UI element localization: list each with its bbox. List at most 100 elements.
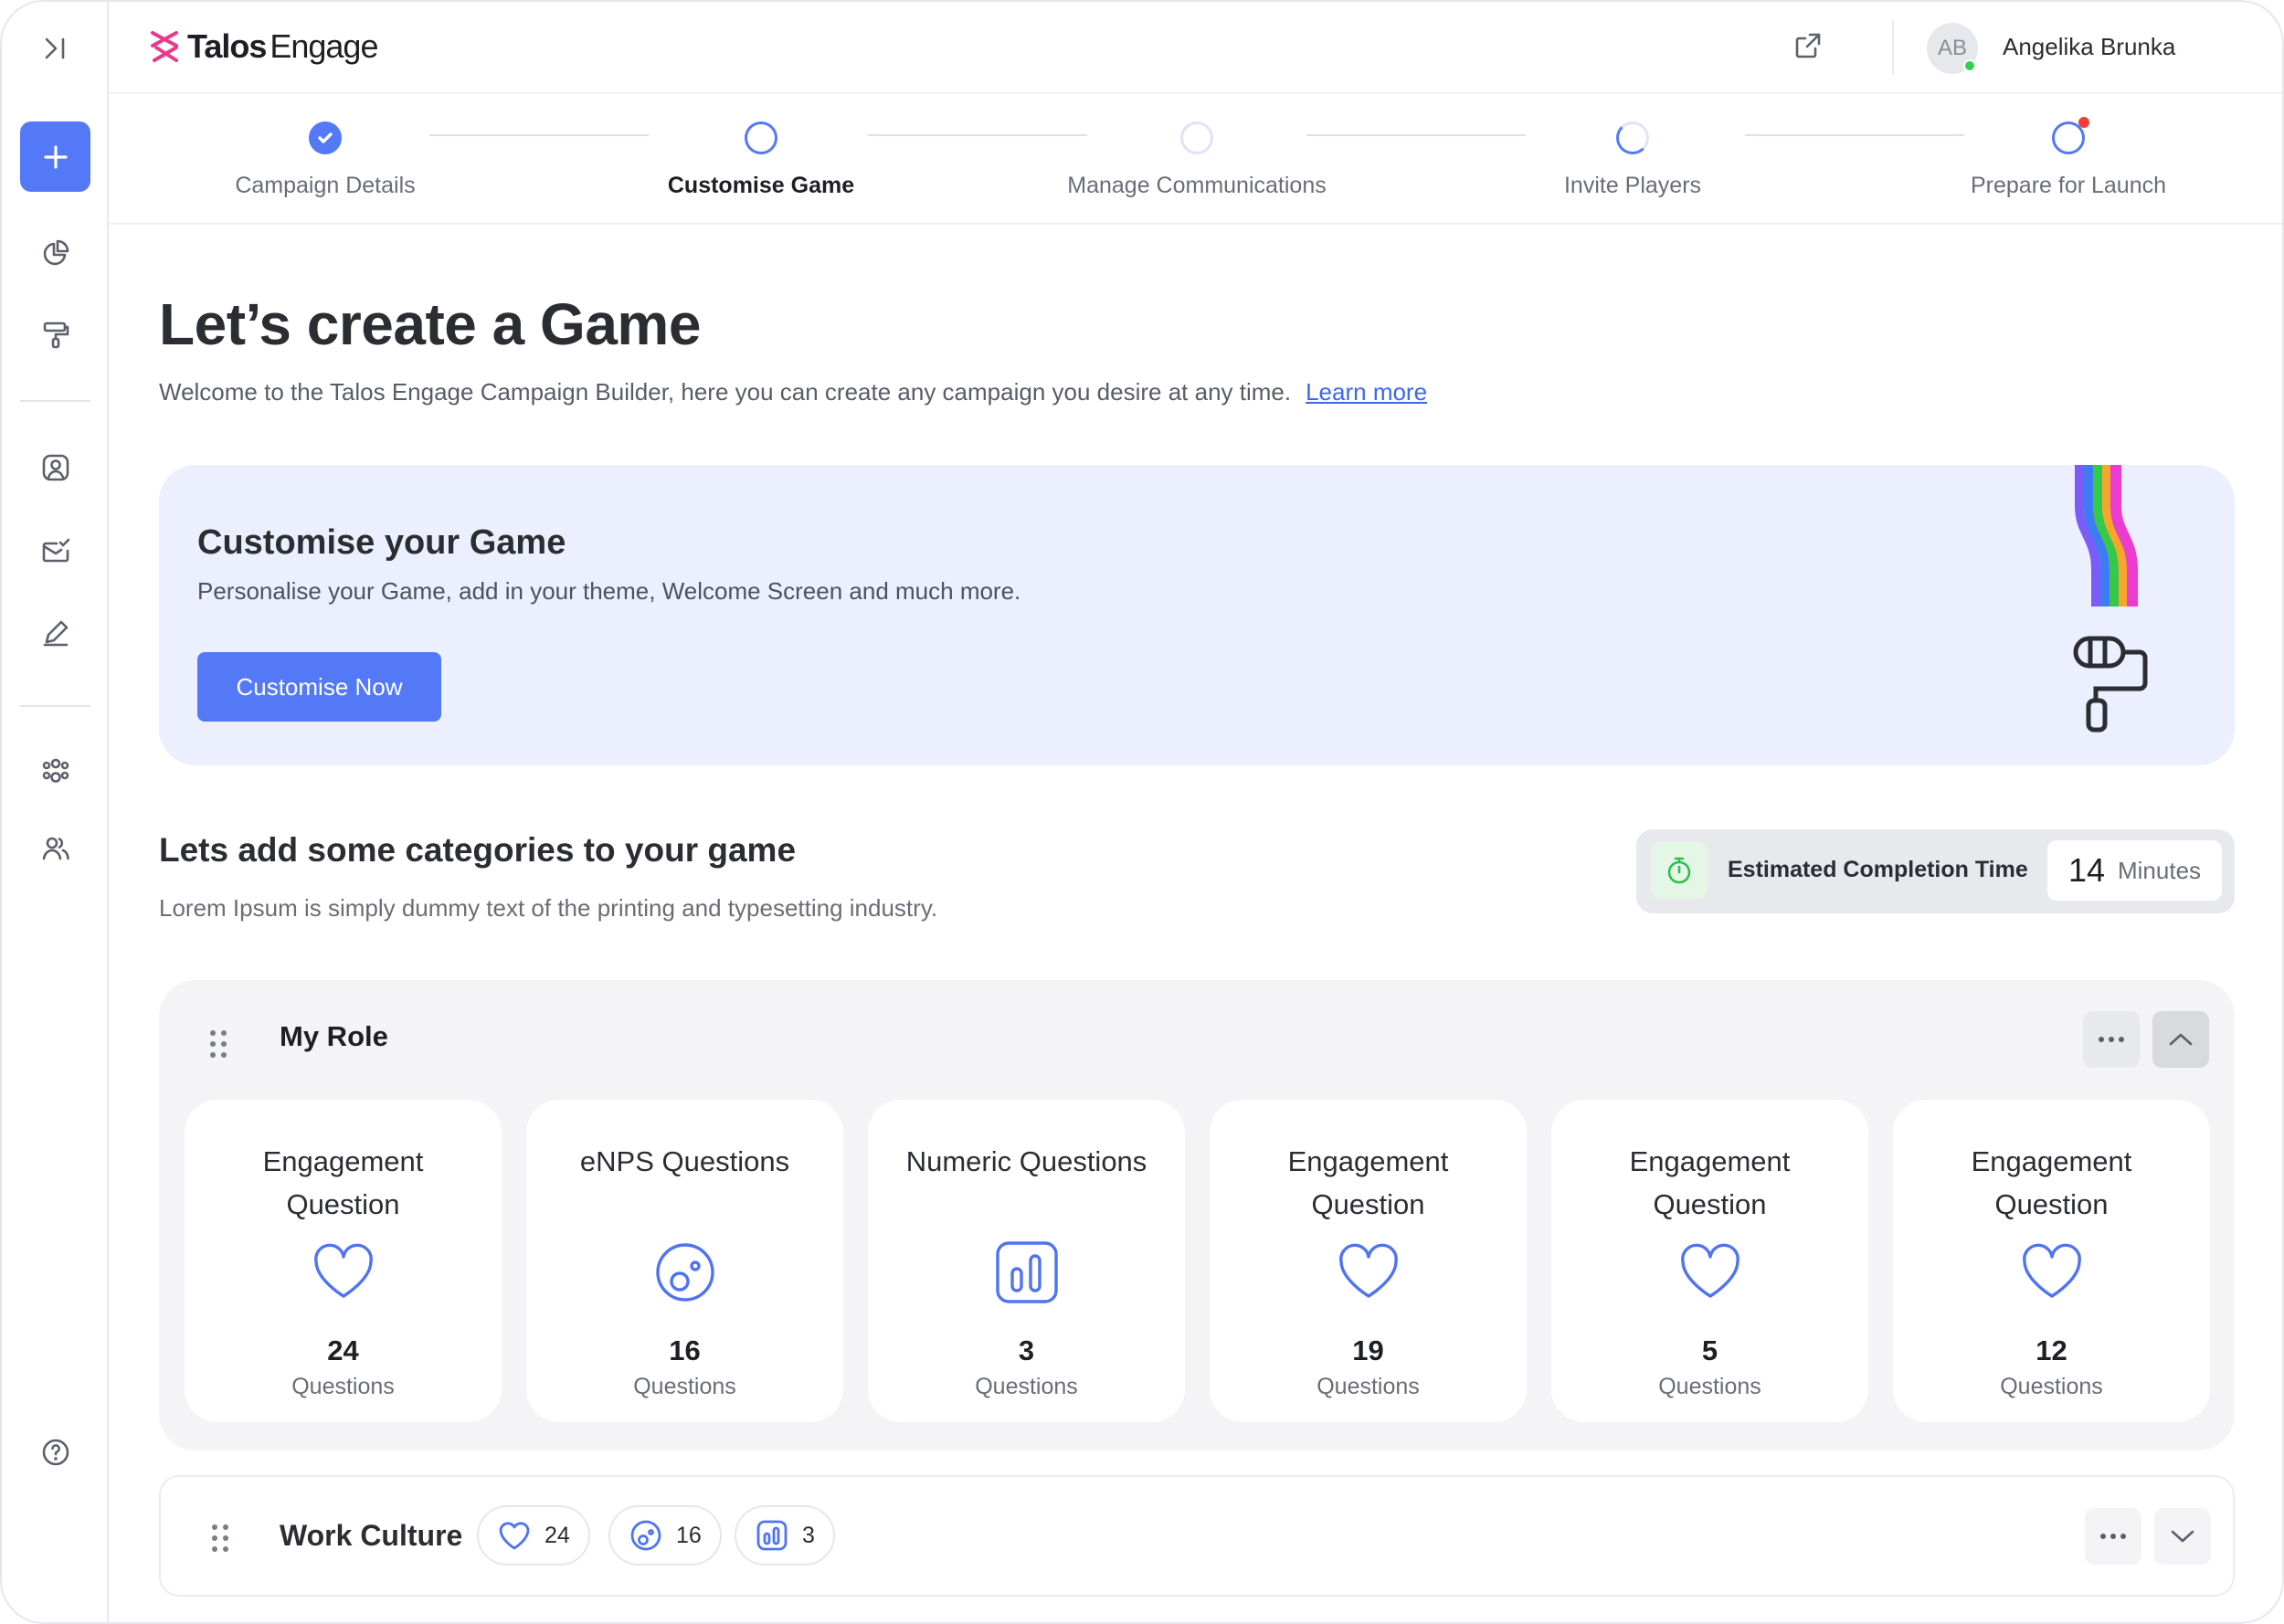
heart-icon: [1338, 1243, 1398, 1298]
banner-subtitle: Personalise your Game, add in your theme…: [197, 577, 1021, 605]
card-count: 16: [669, 1334, 701, 1366]
question-card[interactable]: Engagement Question 12 Questions: [1893, 1100, 2210, 1422]
learn-more-link[interactable]: Learn more: [1306, 378, 1427, 406]
card-unit: Questions: [1658, 1374, 1761, 1399]
sidebar-item-analytics[interactable]: [20, 217, 90, 288]
card-title: eNPS Questions: [579, 1145, 790, 1177]
card-title: Engagement Question: [1629, 1145, 1791, 1220]
estimate-value-box: 14 Minutes: [2047, 840, 2222, 901]
stopwatch-icon: [1667, 857, 1691, 884]
heart-icon: [1680, 1243, 1739, 1298]
bar-chart-icon: [995, 1241, 1058, 1303]
logo-text-bold: Talos: [187, 27, 267, 65]
sidebar-item-profile[interactable]: [20, 432, 90, 502]
categories-subtitle: Lorem Ipsum is simply dummy text of the …: [159, 894, 938, 922]
help-button[interactable]: [20, 1417, 90, 1487]
more-options-button[interactable]: [2085, 1508, 2141, 1565]
category-count-pill: 16: [608, 1505, 722, 1566]
question-card[interactable]: Engagement Question 19 Questions: [1210, 1100, 1527, 1422]
external-link-icon: [1795, 33, 1821, 58]
open-external-button[interactable]: [1792, 29, 1828, 66]
sidebar-divider: [20, 400, 90, 402]
logo[interactable]: Talos Engage: [147, 26, 378, 68]
question-card[interactable]: Engagement Question 5 Questions: [1551, 1100, 1868, 1422]
step-pending-indicator: [1180, 121, 1213, 154]
sidebar: [2, 2, 109, 1622]
category-title: My Role: [280, 1020, 388, 1052]
collapse-button[interactable]: [2152, 1011, 2209, 1068]
collapse-sidebar-icon: [45, 37, 64, 58]
step-prepare-for-launch[interactable]: Prepare for Launch: [1886, 94, 2251, 199]
step-label: Manage Communications: [1067, 173, 1327, 198]
estimate-value: 14: [2067, 851, 2105, 889]
chevron-up-icon: [2169, 1033, 2193, 1046]
page-description: Welcome to the Talos Engage Campaign Bui…: [159, 378, 1427, 406]
customise-now-button[interactable]: Customise Now: [197, 652, 441, 722]
create-button[interactable]: [20, 121, 90, 192]
step-customise-game[interactable]: Customise Game: [578, 94, 944, 199]
sidebar-item-edit[interactable]: [20, 597, 90, 668]
category-count-pill: 3: [735, 1505, 835, 1566]
collapse-sidebar-button[interactable]: [20, 13, 90, 83]
card-title: Engagement Question: [1287, 1145, 1449, 1220]
expand-button[interactable]: [2154, 1508, 2211, 1565]
card-title: Engagement Question: [1971, 1145, 2132, 1220]
question-card[interactable]: Numeric Questions 3 Questions: [868, 1100, 1185, 1422]
check-icon: [318, 132, 333, 143]
category-panel-my-role: My Role Engagement Question 24 Questions…: [159, 980, 2235, 1450]
banner-title: Customise your Game: [197, 523, 566, 562]
plus-icon: [43, 144, 68, 169]
card-unit: Questions: [2000, 1374, 2103, 1399]
step-invite-players[interactable]: Invite Players: [1450, 94, 1815, 199]
categories-title: Lets add some categories to your game: [159, 831, 797, 869]
user-name[interactable]: Angelika Brunka: [2003, 33, 2175, 61]
avatar[interactable]: AB: [1927, 23, 1978, 74]
chevron-down-icon: [2171, 1530, 2194, 1543]
card-unit: Questions: [975, 1374, 1078, 1399]
step-done-indicator: [309, 121, 342, 154]
more-icon: [2099, 1037, 2124, 1042]
step-campaign-details[interactable]: Campaign Details: [143, 94, 508, 199]
avatar-initials: AB: [1937, 36, 1967, 60]
card-count: 3: [1018, 1334, 1035, 1366]
sidebar-item-customise[interactable]: [20, 300, 90, 370]
card-count: 12: [2036, 1334, 2067, 1366]
pill-count: 16: [676, 1522, 702, 1548]
page-title: Let’s create a Game: [159, 291, 701, 357]
heart-icon: [499, 1522, 530, 1550]
card-count: 24: [327, 1334, 359, 1366]
sidebar-item-users[interactable]: [20, 813, 90, 883]
sidebar-item-teams[interactable]: [20, 735, 90, 806]
question-card[interactable]: eNPS Questions 16 Questions: [526, 1100, 843, 1422]
online-status-dot: [1963, 59, 1976, 72]
campaign-stepper: Campaign Details Customise Game Manage C…: [109, 94, 2282, 225]
question-card[interactable]: Engagement Question 24 Questions: [185, 1100, 502, 1422]
card-title: Numeric Questions: [905, 1145, 1147, 1177]
category-count-pill: 24: [477, 1505, 590, 1566]
page-description-text: Welcome to the Talos Engage Campaign Bui…: [159, 378, 1292, 406]
heart-icon: [2022, 1243, 2081, 1298]
top-bar: Talos Engage AB Angelika Brunka: [109, 2, 2282, 94]
step-manage-communications[interactable]: Manage Communications: [1014, 94, 1380, 199]
step-label: Customise Game: [667, 173, 855, 198]
drag-handle-icon[interactable]: [212, 1524, 228, 1552]
customise-banner: Customise your Game Personalise your Gam…: [159, 465, 2235, 765]
step-label: Campaign Details: [235, 173, 416, 198]
more-icon: [2100, 1534, 2126, 1539]
drag-handle-icon[interactable]: [210, 1030, 227, 1058]
card-unit: Questions: [1316, 1374, 1420, 1399]
step-alert-indicator: [2052, 117, 2089, 154]
more-options-button[interactable]: [2083, 1011, 2140, 1068]
users-icon: [42, 837, 69, 859]
timer-badge: [1651, 842, 1708, 899]
card-unit: Questions: [633, 1374, 736, 1399]
sidebar-item-communications[interactable]: [20, 515, 90, 585]
mail-check-icon: [42, 538, 69, 562]
estimate-label: Estimated Completion Time: [1728, 857, 2028, 882]
estimate-unit: Minutes: [2118, 856, 2202, 884]
card-unit: Questions: [291, 1374, 395, 1399]
enps-icon: [655, 1243, 714, 1302]
heart-icon: [313, 1243, 373, 1298]
step-label: Prepare for Launch: [1970, 173, 2167, 198]
card-count: 5: [1701, 1334, 1718, 1366]
